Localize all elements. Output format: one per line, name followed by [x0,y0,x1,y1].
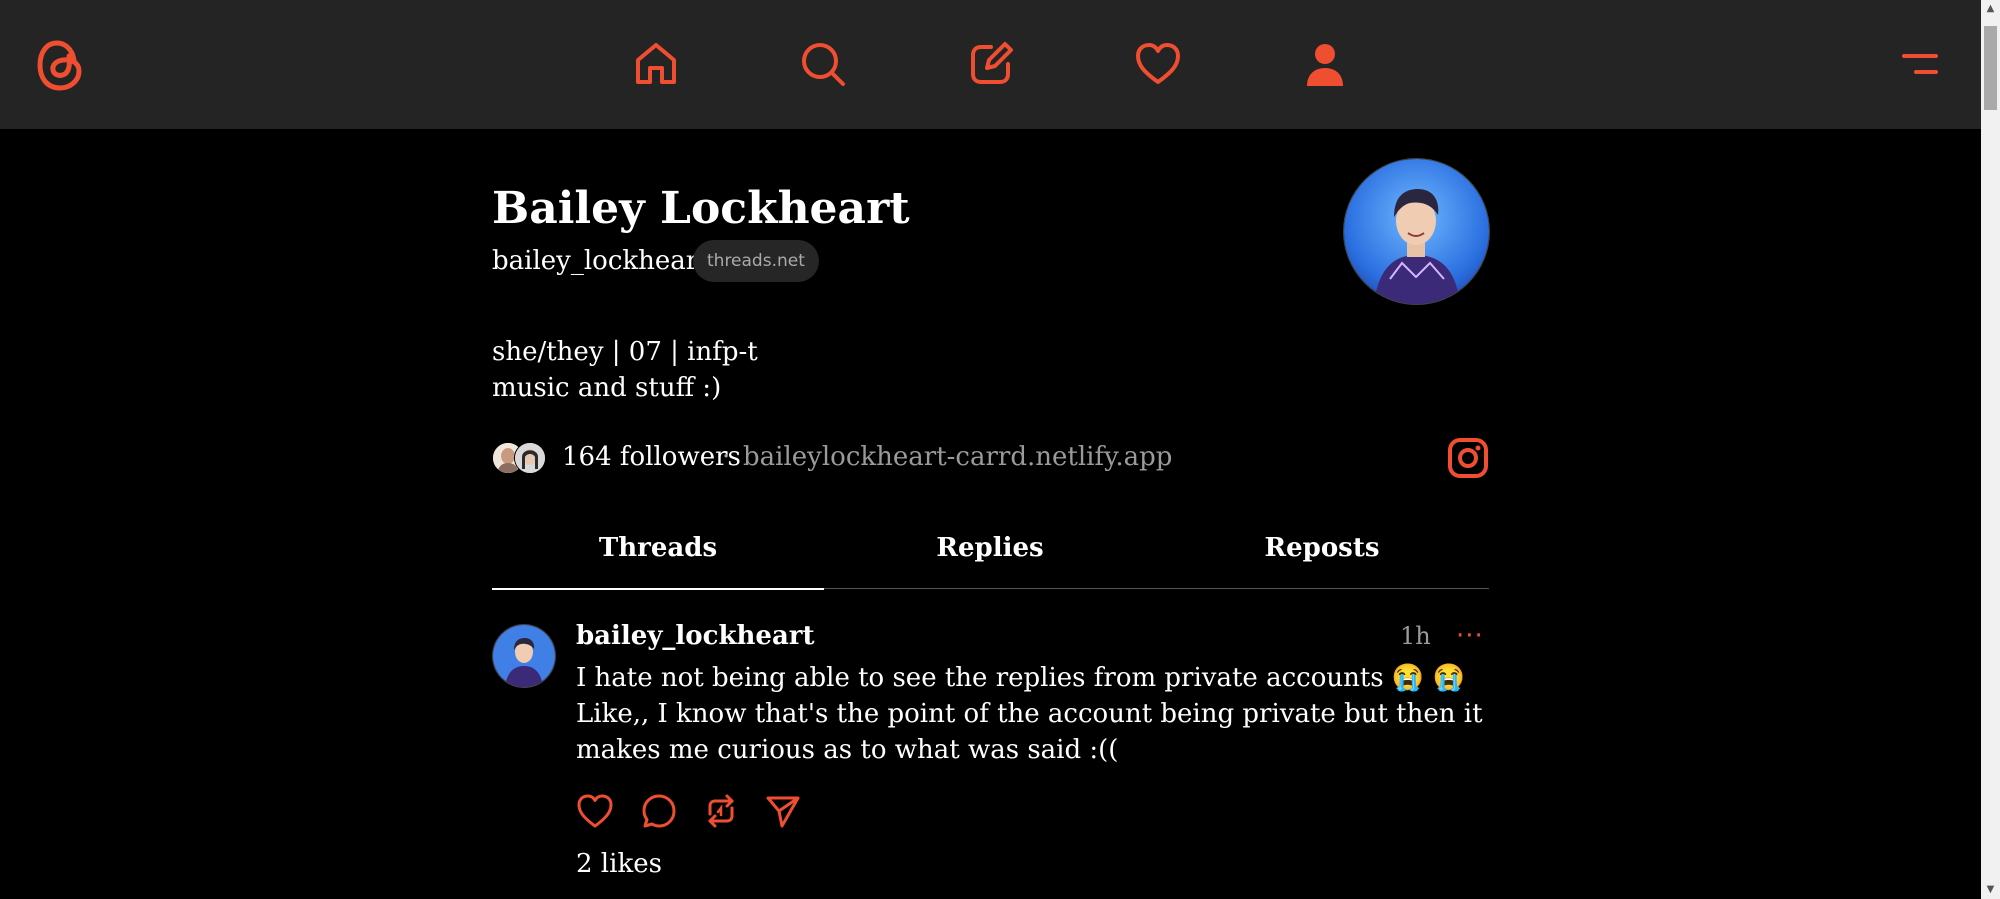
follower-avatar [514,442,546,474]
post-text: I hate not being able to see the replies… [576,663,1483,765]
reply-icon[interactable] [640,792,678,834]
tab-reposts[interactable]: Reposts [1156,528,1488,568]
scroll-up-icon[interactable]: ▲ [1981,0,2000,18]
separator-dot: · [722,442,731,472]
tab-replies[interactable]: Replies [824,528,1156,568]
scroll-thumb[interactable] [1984,26,1997,110]
top-navigation-bar [0,0,1981,129]
compose-icon[interactable] [967,40,1015,88]
repost-icon[interactable] [702,792,740,834]
home-icon[interactable] [632,40,680,88]
tab-threads[interactable]: Threads [492,528,824,568]
follower-avatars[interactable] [492,442,548,474]
post-avatar[interactable] [492,624,556,688]
page-scrollbar[interactable]: ▲ ▼ [1981,0,2000,899]
instagram-icon[interactable] [1447,437,1489,483]
bio-line: she/they | 07 | infp-t [492,337,758,367]
heart-icon[interactable] [1134,40,1182,88]
share-icon[interactable] [764,792,802,834]
search-icon[interactable] [799,40,847,88]
menu-icon[interactable] [1900,52,1940,78]
post-username[interactable]: bailey_lockheart [576,618,815,654]
bio-line: music and stuff :) [492,373,722,403]
scroll-down-icon[interactable]: ▼ [1981,881,2000,899]
like-icon[interactable] [576,792,614,834]
profile-avatar[interactable] [1343,158,1490,305]
post-timestamp: 1h [1400,622,1431,650]
followers-count[interactable]: 164 followers [562,440,741,474]
more-options-icon[interactable]: ··· [1456,618,1484,654]
profile-username: bailey_lockheart [492,246,709,276]
domain-badge: threads.net [693,240,819,282]
profile-bio: she/they | 07 | infp-t music and stuff :… [492,334,758,406]
profile-link[interactable]: baileylockheart-carrd.netlify.app [743,440,1172,474]
profile-display-name: Bailey Lockheart [492,183,910,234]
active-tab-indicator [492,588,824,590]
threads-logo-icon[interactable] [36,36,86,94]
profile-icon[interactable] [1301,40,1349,88]
post-likes-count[interactable]: 2 likes [576,846,662,882]
